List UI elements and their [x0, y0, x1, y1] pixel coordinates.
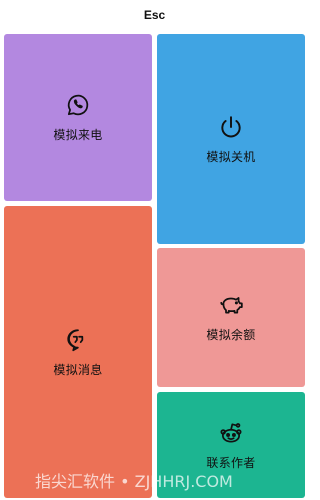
reddit-icon	[220, 422, 242, 443]
top-bar: Esc	[0, 0, 309, 30]
simulate-call-label: 模拟来电	[53, 128, 103, 142]
quote-chat-icon	[67, 328, 84, 351]
power-icon	[221, 115, 241, 137]
watermark: 指尖汇软件 • ZJHHRJ.COM	[35, 472, 233, 491]
simulate-balance-label: 模拟余额	[206, 328, 256, 342]
simulate-shutdown-tile[interactable]: 模拟关机	[157, 34, 305, 244]
esc-button[interactable]: Esc	[144, 8, 165, 22]
simulate-call-tile[interactable]: 模拟来电	[4, 34, 152, 201]
piggy-bank-icon	[220, 297, 243, 314]
simulate-shutdown-label: 模拟关机	[206, 149, 256, 164]
simulate-message-label: 模拟消息	[53, 362, 103, 377]
whatsapp-phone-icon	[67, 94, 89, 116]
simulate-message-tile[interactable]: 模拟消息	[4, 206, 152, 498]
simulate-balance-tile[interactable]: 模拟余额	[157, 248, 305, 387]
